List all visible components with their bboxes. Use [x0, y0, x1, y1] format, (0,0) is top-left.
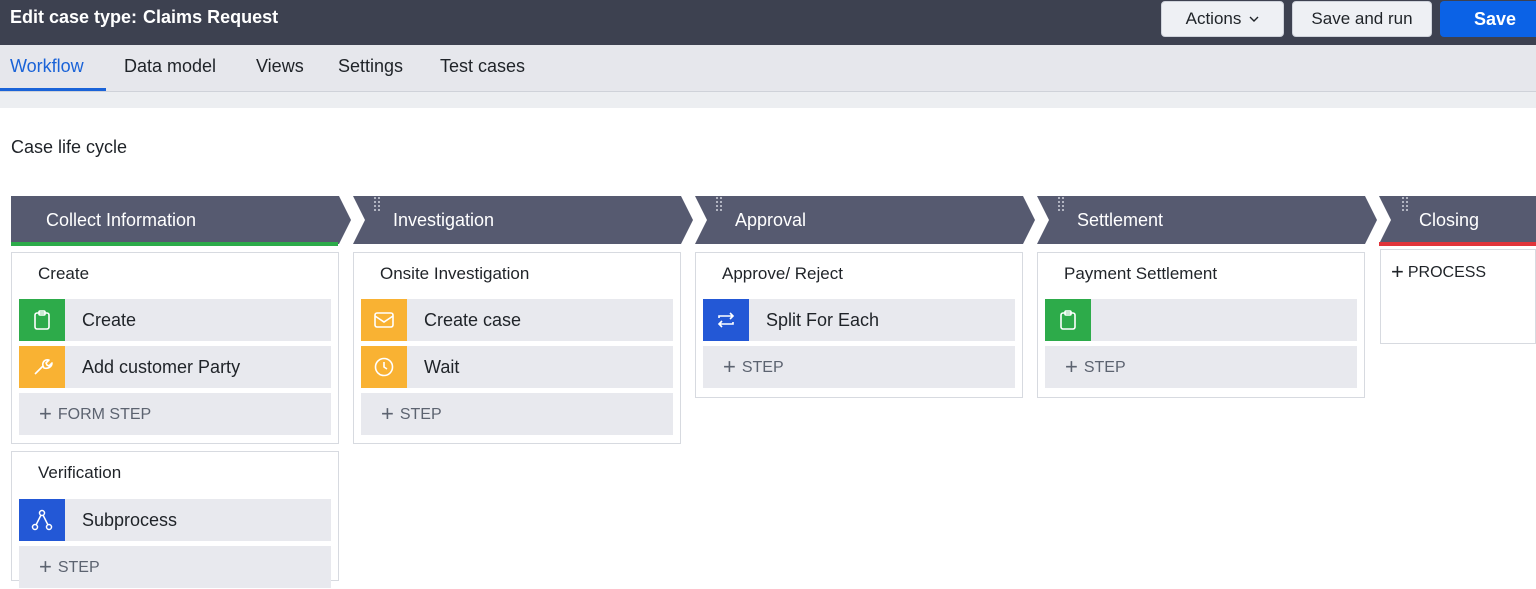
process-title[interactable]: Payment Settlement: [1064, 264, 1217, 284]
add-step-button[interactable]: + STEP: [361, 393, 673, 435]
tab-bar: Workflow Data model Views Settings Test …: [0, 45, 1536, 92]
drag-handle-icon[interactable]: [1057, 196, 1065, 212]
step-label: Split For Each: [766, 310, 880, 330]
case-type-name: Claims Request: [143, 7, 279, 27]
add-form-step-button[interactable]: + FORM STEP: [19, 393, 331, 435]
plus-icon: +: [723, 354, 736, 379]
add-step-label: STEP: [399, 406, 442, 423]
add-step-label: FORM STEP: [57, 406, 152, 423]
plus-icon: +: [39, 554, 52, 579]
tab-workflow[interactable]: Workflow: [0, 45, 106, 91]
step-subprocess[interactable]: Subprocess: [19, 499, 331, 541]
step-label: Wait: [424, 357, 460, 377]
top-bar: Edit case type: Claims Request Actions Sa…: [0, 0, 1536, 45]
step-create-case[interactable]: Create case: [361, 299, 673, 341]
step-split-for-each[interactable]: Split For Each: [703, 299, 1015, 341]
add-step-button[interactable]: + STEP: [1045, 346, 1357, 388]
add-step-label: STEP: [1083, 359, 1126, 376]
stage-closing[interactable]: Closing: [1379, 196, 1536, 244]
stage-collect-information[interactable]: Collect Information: [11, 196, 351, 244]
actions-button-label: Actions: [1185, 9, 1242, 28]
add-step-label: STEP: [741, 359, 784, 376]
stage-status-bar: [11, 242, 338, 246]
plus-icon: +: [381, 401, 394, 426]
drag-handle-icon[interactable]: [373, 196, 381, 212]
clipboard-icon: [1045, 299, 1091, 341]
stage-name: Collect Information: [46, 210, 197, 230]
process-title[interactable]: Verification: [38, 463, 121, 483]
clipboard-icon: [19, 299, 65, 341]
step-create[interactable]: Create: [19, 299, 331, 341]
step-wait[interactable]: Wait: [361, 346, 673, 388]
process-card-verification: Verification Subprocess + STEP: [11, 451, 339, 588]
step-label: Add customer Party: [82, 357, 241, 377]
process-card-payment-settlement: Payment Settlement + STEP: [1037, 252, 1365, 398]
process-title[interactable]: Onsite Investigation: [380, 264, 529, 284]
process-card-empty: + PROCESS: [1380, 249, 1536, 344]
save-and-run-button[interactable]: Save and run: [1292, 1, 1432, 37]
drag-handle-icon[interactable]: [1401, 196, 1409, 212]
process-card-onsite-investigation: Onsite Investigation Create case Wait + S…: [353, 252, 681, 444]
chevron-down-icon: [1249, 16, 1259, 22]
envelope-icon: [361, 299, 407, 341]
loop-icon: [703, 299, 749, 341]
tab-views[interactable]: Views: [256, 45, 304, 91]
subprocess-icon: [19, 499, 65, 541]
wrench-icon: [19, 346, 65, 388]
page-title: Edit case type: Claims Request: [10, 0, 278, 34]
section-title: Case life cycle: [11, 137, 128, 157]
tab-test-cases[interactable]: Test cases: [440, 45, 525, 91]
tab-settings[interactable]: Settings: [338, 45, 403, 91]
drag-handle-icon[interactable]: [715, 196, 723, 212]
stage-approval[interactable]: Approval: [695, 196, 1035, 244]
stage-name: Approval: [735, 210, 807, 230]
save-button[interactable]: Save: [1440, 1, 1536, 37]
clock-icon: [361, 346, 407, 388]
add-step-button[interactable]: + STEP: [19, 546, 331, 588]
tab-data-model[interactable]: Data model: [124, 45, 216, 91]
plus-icon: +: [39, 401, 52, 426]
stage-name: Settlement: [1077, 210, 1164, 230]
stage-investigation[interactable]: Investigation: [353, 196, 693, 244]
step-label: Create case: [424, 310, 522, 330]
actions-button[interactable]: Actions: [1161, 1, 1284, 37]
add-process-label: PROCESS: [1407, 264, 1487, 281]
step-add-customer-party[interactable]: Add customer Party: [19, 346, 331, 388]
page-title-prefix: Edit case type:: [10, 7, 138, 27]
process-title[interactable]: Create: [38, 264, 89, 284]
stage-name: Investigation: [393, 210, 495, 230]
step-label: Subprocess: [82, 510, 178, 530]
step-label: Create: [82, 310, 137, 330]
sub-toolbar: [0, 92, 1536, 108]
process-card-approve-reject: Approve/ Reject Split For Each + STEP: [695, 252, 1023, 398]
step-unnamed[interactable]: [1045, 299, 1357, 341]
add-step-label: STEP: [57, 559, 100, 576]
plus-icon: +: [1391, 259, 1404, 284]
add-process-button[interactable]: + PROCESS: [1391, 259, 1486, 285]
plus-icon: +: [1065, 354, 1078, 379]
process-card-create: Create Create Add customer Party + FORM S…: [11, 252, 339, 444]
add-step-button[interactable]: + STEP: [703, 346, 1015, 388]
stage-settlement[interactable]: Settlement: [1037, 196, 1377, 244]
stage-status-bar: [1379, 242, 1536, 246]
process-title[interactable]: Approve/ Reject: [722, 264, 843, 284]
stage-name: Closing: [1419, 210, 1480, 230]
